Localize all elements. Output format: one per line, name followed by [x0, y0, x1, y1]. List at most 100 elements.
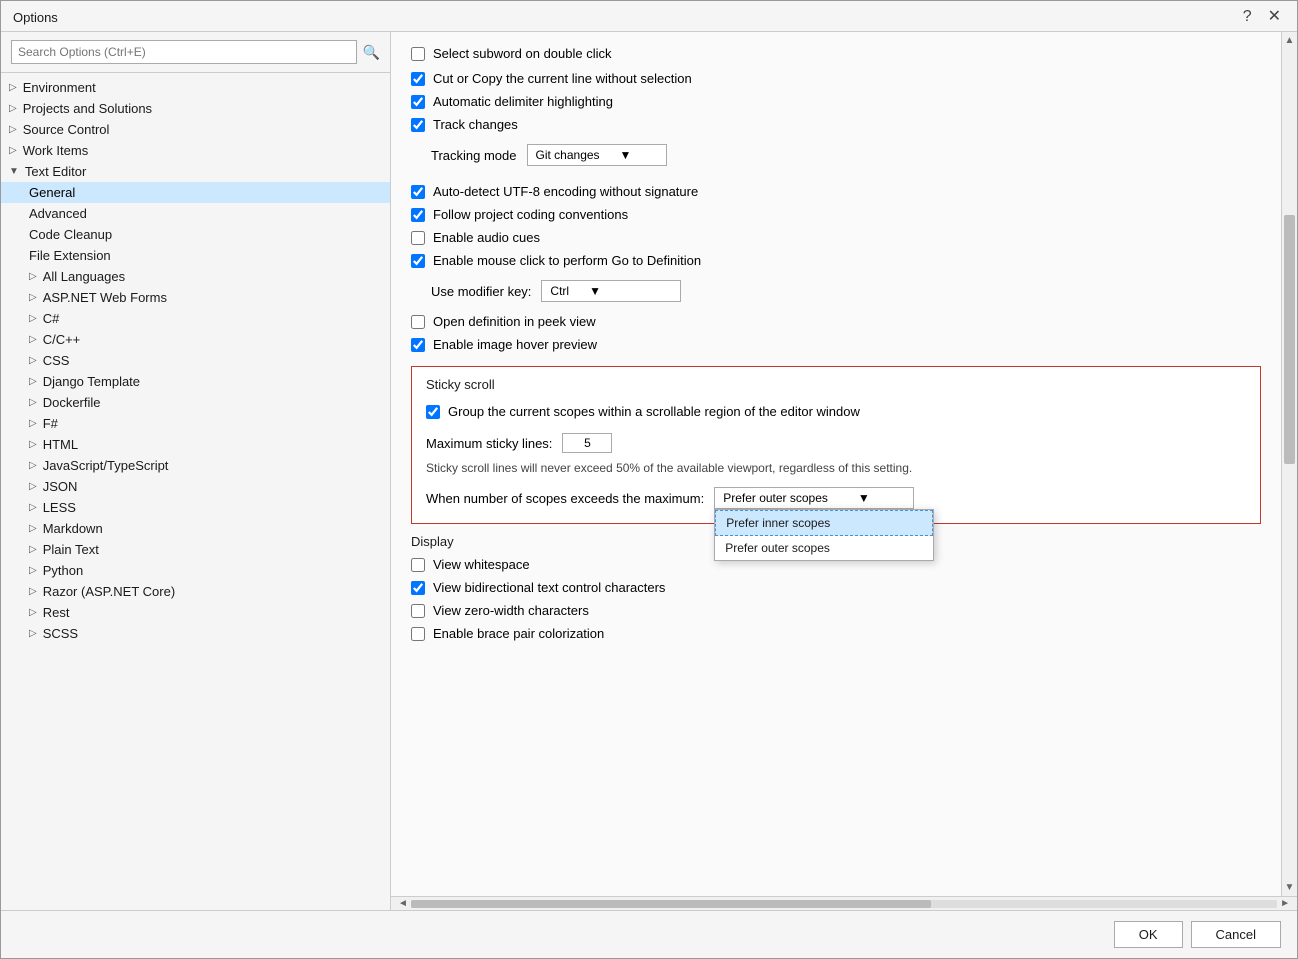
tracking-mode-dropdown[interactable]: Git changes ▼ [527, 144, 667, 166]
sticky-scroll-section: Sticky scroll Group the current scopes w… [411, 366, 1261, 524]
checkbox-view-bidi[interactable] [411, 581, 425, 595]
scroll-up-arrow[interactable]: ▲ [1282, 32, 1297, 49]
sticky-scroll-checkbox-row: Group the current scopes within a scroll… [426, 400, 1246, 423]
scroll-thumb[interactable] [1284, 215, 1295, 464]
checkbox-audio-cues[interactable] [411, 231, 425, 245]
tree-item-label: File Extension [29, 248, 111, 263]
chevron-right-icon: ▷ [29, 481, 37, 492]
checkbox-select-subword[interactable] [411, 47, 425, 61]
ok-button[interactable]: OK [1114, 921, 1183, 948]
tree-item-source-control[interactable]: ▷ Source Control [1, 119, 390, 140]
checkbox-view-zero-width[interactable] [411, 604, 425, 618]
tree-item-plain-text[interactable]: ▷ Plain Text [1, 539, 390, 560]
left-panel: 🔍 ▷ Environment ▷ Projects and Solutions… [1, 32, 391, 910]
scroll-right-arrow[interactable]: ► [1277, 898, 1293, 909]
options-dialog: Options ? ✕ 🔍 ▷ Environment ▷ Projects a… [0, 0, 1298, 959]
sticky-scroll-label: Sticky scroll [426, 377, 1246, 392]
checkbox-view-whitespace[interactable] [411, 558, 425, 572]
scope-value: Prefer outer scopes [723, 491, 828, 505]
checkbox-cut-copy[interactable] [411, 72, 425, 86]
tree-item-cpp[interactable]: ▷ C/C++ [1, 329, 390, 350]
scroll-left-arrow[interactable]: ◄ [395, 898, 411, 909]
scope-dropdown-button[interactable]: Prefer outer scopes ▼ [714, 487, 914, 509]
tree-item-label: Dockerfile [43, 395, 101, 410]
tree-item-text-editor[interactable]: ▼ Text Editor [1, 161, 390, 182]
chevron-right-icon: ▷ [29, 586, 37, 597]
tree-item-razor[interactable]: ▷ Razor (ASP.NET Core) [1, 581, 390, 602]
sticky-scroll-checkbox-label: Group the current scopes within a scroll… [448, 404, 860, 419]
tree-item-general[interactable]: General [1, 182, 390, 203]
tree-item-label: Projects and Solutions [23, 101, 152, 116]
tree-item-label: All Languages [43, 269, 125, 284]
dropdown-option-prefer-outer[interactable]: Prefer outer scopes [715, 536, 933, 560]
tree-item-rest[interactable]: ▷ Rest [1, 602, 390, 623]
tree-item-advanced[interactable]: Advanced [1, 203, 390, 224]
checkbox-utf8[interactable] [411, 185, 425, 199]
checkbox-image-hover[interactable] [411, 338, 425, 352]
dialog-body: 🔍 ▷ Environment ▷ Projects and Solutions… [1, 32, 1297, 910]
chevron-right-icon: ▷ [9, 103, 17, 114]
checkbox-open-peek[interactable] [411, 315, 425, 329]
tree-item-css[interactable]: ▷ CSS [1, 350, 390, 371]
max-lines-input[interactable] [562, 433, 612, 453]
tree-item-fsharp[interactable]: ▷ F# [1, 413, 390, 434]
bottom-bar: OK Cancel [1, 910, 1297, 958]
tree-item-projects-solutions[interactable]: ▷ Projects and Solutions [1, 98, 390, 119]
checkbox-sticky-scroll[interactable] [426, 405, 440, 419]
tree-item-aspnet[interactable]: ▷ ASP.NET Web Forms [1, 287, 390, 308]
tree-item-django[interactable]: ▷ Django Template [1, 371, 390, 392]
checkbox-auto-delimiter[interactable] [411, 95, 425, 109]
modifier-key-dropdown[interactable]: Ctrl ▼ [541, 280, 681, 302]
chevron-right-icon: ▷ [29, 334, 37, 345]
close-button[interactable]: ✕ [1264, 9, 1285, 25]
dropdown-option-prefer-inner[interactable]: Prefer inner scopes [715, 510, 933, 536]
tree-item-code-cleanup[interactable]: Code Cleanup [1, 224, 390, 245]
tree-item-python[interactable]: ▷ Python [1, 560, 390, 581]
right-panel: Select subword on double click Cut or Co… [391, 32, 1297, 910]
tree-item-file-extension[interactable]: File Extension [1, 245, 390, 266]
modifier-key-arrow: ▼ [589, 284, 601, 298]
tree-item-scss[interactable]: ▷ SCSS [1, 623, 390, 644]
tree-item-csharp[interactable]: ▷ C# [1, 308, 390, 329]
setting-audio-cues: Enable audio cues [411, 226, 1261, 249]
tree-item-work-items[interactable]: ▷ Work Items [1, 140, 390, 161]
modifier-key-value: Ctrl [550, 284, 569, 298]
tree-item-label: C/C++ [43, 332, 81, 347]
hscroll-track [411, 900, 1277, 908]
checkbox-brace-pair[interactable] [411, 627, 425, 641]
search-input[interactable] [11, 40, 357, 64]
dialog-title: Options [13, 10, 58, 25]
tree-item-label: Environment [23, 80, 96, 95]
tree-item-environment[interactable]: ▷ Environment [1, 77, 390, 98]
tree-item-label: Razor (ASP.NET Core) [43, 584, 175, 599]
tree-item-html[interactable]: ▷ HTML [1, 434, 390, 455]
scope-dropdown-wrap: Prefer outer scopes ▼ Prefer inner scope… [714, 487, 914, 509]
scroll-down-arrow[interactable]: ▼ [1282, 879, 1297, 896]
tree-item-js-ts[interactable]: ▷ JavaScript/TypeScript [1, 455, 390, 476]
search-button[interactable]: 🔍 [363, 44, 380, 61]
chevron-right-icon: ▷ [29, 376, 37, 387]
tree-item-markdown[interactable]: ▷ Markdown [1, 518, 390, 539]
chevron-right-icon: ▷ [29, 502, 37, 513]
checkbox-mouse-click[interactable] [411, 254, 425, 268]
tree-item-label: Django Template [43, 374, 140, 389]
tree-item-all-languages[interactable]: ▷ All Languages [1, 266, 390, 287]
tree-item-label: HTML [43, 437, 78, 452]
help-button[interactable]: ? [1239, 9, 1256, 25]
checkbox-project-coding[interactable] [411, 208, 425, 222]
chevron-right-icon: ▷ [29, 523, 37, 534]
hscroll-thumb[interactable] [411, 900, 931, 908]
max-lines-label: Maximum sticky lines: [426, 436, 552, 451]
chevron-right-icon: ▷ [29, 418, 37, 429]
checkbox-track-changes[interactable] [411, 118, 425, 132]
cancel-button[interactable]: Cancel [1191, 921, 1281, 948]
chevron-right-icon: ▷ [29, 355, 37, 366]
tree-item-json[interactable]: ▷ JSON [1, 476, 390, 497]
tree-item-label: LESS [43, 500, 76, 515]
chevron-right-icon: ▷ [29, 292, 37, 303]
right-content-wrap: Select subword on double click Cut or Co… [391, 32, 1297, 896]
tree-item-dockerfile[interactable]: ▷ Dockerfile [1, 392, 390, 413]
tree-item-label: SCSS [43, 626, 78, 641]
chevron-right-icon: ▷ [29, 313, 37, 324]
tree-item-less[interactable]: ▷ LESS [1, 497, 390, 518]
